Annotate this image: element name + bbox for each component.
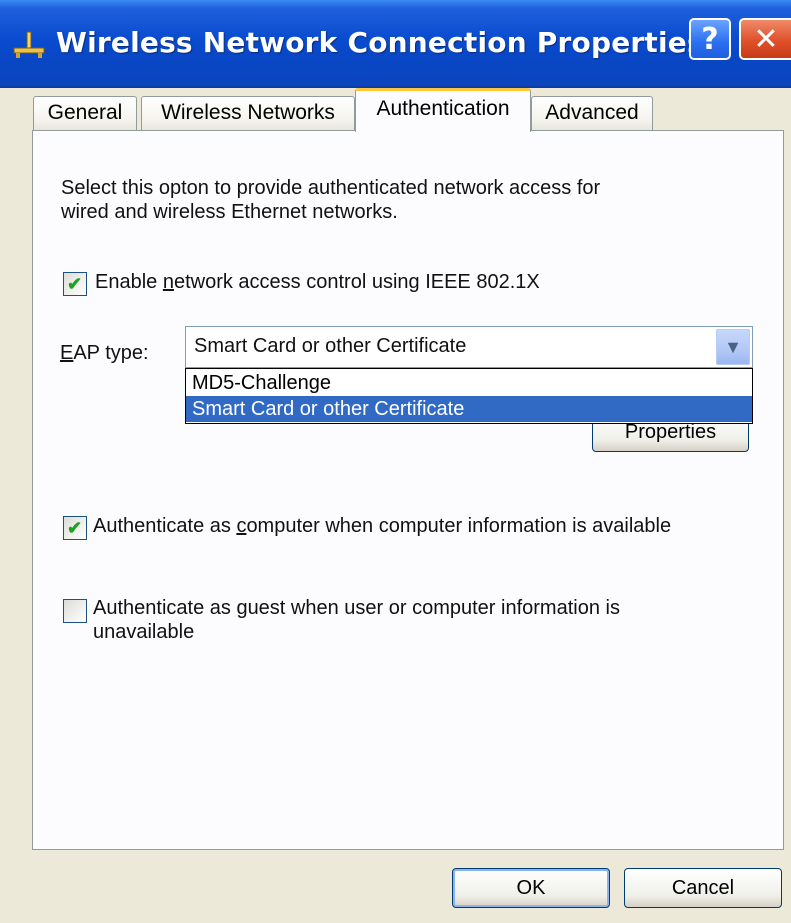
tab-general[interactable]: General: [33, 96, 137, 130]
properties-dialog: Wireless Network Connection Properties ?…: [0, 0, 791, 923]
dropdown-arrow-button[interactable]: ▼: [716, 329, 750, 365]
checkmark-icon: ✔: [67, 518, 83, 538]
chevron-down-icon: ▼: [724, 336, 742, 357]
enable-8021x-label[interactable]: Enable network access control using IEEE…: [95, 271, 540, 294]
auth-as-guest-label-accel: g: [236, 597, 248, 619]
tab-advanced[interactable]: Advanced: [531, 96, 653, 130]
cancel-button[interactable]: Cancel: [624, 868, 782, 908]
auth-as-guest-checkbox[interactable]: [63, 599, 87, 623]
eap-option-md5[interactable]: MD5-Challenge: [186, 370, 752, 396]
tab-authentication[interactable]: Authentication: [355, 88, 531, 132]
checkmark-icon: ✔: [67, 274, 83, 294]
enable-8021x-label-accel: n: [162, 271, 174, 293]
enable-8021x-label-part1: Enable: [95, 271, 163, 293]
description-text: Select this opton to provide authenticat…: [61, 176, 600, 224]
auth-as-guest-label-part1: Authenticate as: [93, 597, 237, 619]
eap-type-dropdown-list: MD5-Challenge Smart Card or other Certif…: [185, 368, 753, 424]
eap-option-smart-card[interactable]: Smart Card or other Certificate: [186, 396, 752, 422]
help-icon: ?: [701, 21, 719, 57]
title-bar[interactable]: Wireless Network Connection Properties ?…: [0, 0, 791, 88]
help-button[interactable]: ?: [689, 18, 731, 60]
close-icon: ✕: [753, 21, 779, 57]
enable-8021x-checkbox[interactable]: ✔: [63, 272, 87, 296]
auth-as-computer-label-part1: Authenticate as: [93, 515, 237, 537]
ok-button[interactable]: OK: [452, 868, 610, 908]
eap-type-label-rest: AP type:: [73, 342, 149, 364]
auth-as-guest-label[interactable]: Authenticate as guest when user or compu…: [93, 596, 713, 644]
auth-as-computer-checkbox[interactable]: ✔: [63, 516, 87, 540]
tab-wireless-networks[interactable]: Wireless Networks: [141, 96, 355, 130]
auth-as-computer-label-part2: omputer when computer information is ava…: [246, 515, 672, 537]
auth-as-computer-label-accel: c: [236, 515, 247, 537]
network-connection-icon: [13, 31, 45, 58]
eap-type-select[interactable]: Smart Card or other Certificate ▼: [185, 326, 753, 368]
eap-type-selected-value: Smart Card or other Certificate: [194, 335, 467, 357]
close-button[interactable]: ✕: [739, 18, 791, 60]
auth-as-computer-label[interactable]: Authenticate as computer when computer i…: [93, 515, 671, 538]
enable-8021x-label-part2: etwork access control using IEEE 802.1X: [173, 271, 540, 293]
description-line-1: Select this opton to provide authenticat…: [61, 177, 601, 199]
eap-type-label-accel: E: [60, 342, 74, 364]
window-title: Wireless Network Connection Properties: [56, 26, 704, 59]
eap-type-label: EAP type:: [60, 342, 149, 365]
description-line-2: wired and wireless Ethernet networks.: [61, 201, 398, 223]
authentication-panel: [32, 130, 784, 850]
